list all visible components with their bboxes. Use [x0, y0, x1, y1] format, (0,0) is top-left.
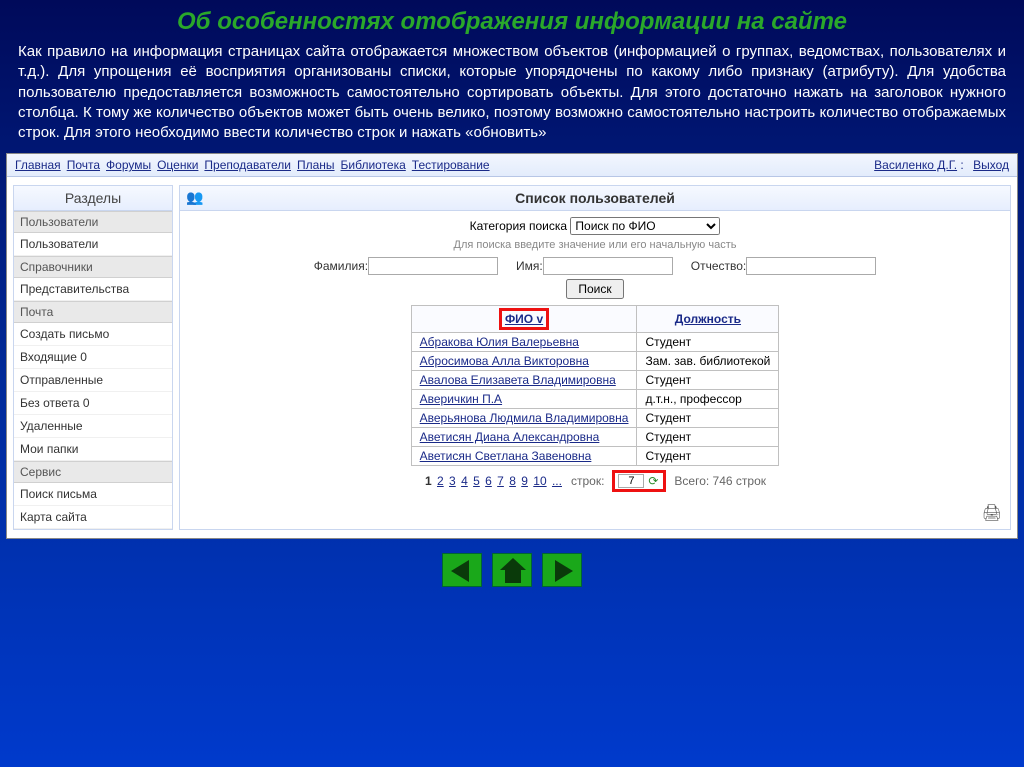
sidebar-group: Сервис	[14, 461, 172, 483]
main-panel: 👥 Список пользователей Категория поиска …	[179, 185, 1011, 530]
position-cell: Студент	[637, 333, 779, 352]
user-sep: :	[957, 158, 967, 172]
user-link[interactable]: Абросимова Алла Викторовна	[420, 354, 589, 368]
col-fio-link[interactable]: ФИО v	[505, 312, 543, 326]
search-cat-select[interactable]: Поиск по ФИО	[570, 217, 720, 235]
sidebar-group: Справочники	[14, 256, 172, 278]
position-cell: д.т.н., профессор	[637, 390, 779, 409]
firstname-input[interactable]	[543, 257, 673, 275]
table-row: Абракова Юлия Валерьевна Студент	[411, 333, 779, 352]
lastname-label: Фамилия:	[314, 259, 368, 273]
sidebar-group: Почта	[14, 301, 172, 323]
position-cell: Студент	[637, 409, 779, 428]
rows-box: ⟳	[612, 470, 666, 492]
topnav-link[interactable]: Преподаватели	[204, 158, 291, 172]
lastname-input[interactable]	[368, 257, 498, 275]
home-slide-button[interactable]	[492, 553, 532, 587]
slide-title: Об особенностях отображения информации н…	[0, 0, 1024, 42]
table-row: Аветисян Светлана Завеновна Студент	[411, 447, 779, 466]
sidebar-item[interactable]: Входящие 0	[14, 346, 172, 369]
position-cell: Студент	[637, 447, 779, 466]
sidebar-item[interactable]: Мои папки	[14, 438, 172, 461]
topnav-link[interactable]: Главная	[15, 158, 61, 172]
user-link[interactable]: Аветисян Диана Александровна	[420, 430, 600, 444]
next-slide-button[interactable]	[542, 553, 582, 587]
main-title: 👥 Список пользователей	[180, 186, 1010, 211]
pager-current: 1	[425, 474, 432, 488]
print-icon[interactable]: 🖨	[982, 503, 1002, 523]
search-cat-label: Категория поиска	[470, 219, 568, 233]
pager: 1 2 3 4 5 6 7 8 9 10 ... строк: ⟳ Всего:…	[180, 466, 1010, 500]
topnav: Главная Почта Форумы Оценки Преподаватели Пла…	[7, 154, 1017, 177]
sidebar-item[interactable]: Карта сайта	[14, 506, 172, 529]
firstname-label: Имя:	[516, 259, 543, 273]
sidebar-item[interactable]: Без ответа 0	[14, 392, 172, 415]
sidebar-item[interactable]: Поиск письма	[14, 483, 172, 506]
pager-page-link[interactable]: 6	[485, 474, 492, 488]
position-cell: Зам. зав. библиотекой	[637, 352, 779, 371]
refresh-icon[interactable]: ⟳	[646, 474, 660, 488]
app-frame: Главная Почта Форумы Оценки Преподаватели Пла…	[6, 153, 1018, 539]
topnav-link[interactable]: Библиотека	[341, 158, 406, 172]
pager-page-link[interactable]: 7	[497, 474, 504, 488]
sidebar-item[interactable]: Удаленные	[14, 415, 172, 438]
sidebar-item[interactable]: Отправленные	[14, 369, 172, 392]
table-row: Аветисян Диана Александровна Студент	[411, 428, 779, 447]
user-link[interactable]: Аветисян Светлана Завеновна	[420, 449, 592, 463]
topnav-link[interactable]: Почта	[67, 158, 100, 172]
sidebar-item[interactable]: Представительства	[14, 278, 172, 301]
user-link[interactable]: Абракова Юлия Валерьевна	[420, 335, 579, 349]
topnav-link[interactable]: Оценки	[157, 158, 198, 172]
user-link[interactable]: Василенко Д.Г.	[874, 158, 957, 172]
topnav-link[interactable]: Форумы	[106, 158, 151, 172]
user-link[interactable]: Аверьянова Людмила Владимировна	[420, 411, 629, 425]
pager-page-link[interactable]: 8	[509, 474, 516, 488]
user-link[interactable]: Авалова Елизавета Владимировна	[420, 373, 616, 387]
topnav-link[interactable]: Планы	[297, 158, 335, 172]
search-fields: Фамилия: Имя: Отчество:	[180, 257, 1010, 279]
pager-page-link[interactable]: 9	[521, 474, 528, 488]
position-cell: Студент	[637, 371, 779, 390]
table-row: Авалова Елизавета Владимировна Студент	[411, 371, 779, 390]
user-link[interactable]: Аверичкин П.А	[420, 392, 502, 406]
table-row: Абросимова Алла Викторовна Зам. зав. библ…	[411, 352, 779, 371]
main-title-text: Список пользователей	[515, 190, 675, 206]
patronymic-input[interactable]	[746, 257, 876, 275]
total-label: Всего: 746 строк	[674, 474, 766, 488]
rows-input[interactable]	[618, 474, 644, 488]
results-table: ФИО v Должность Абракова Юлия Валерьевна…	[411, 305, 780, 466]
sidebar-item[interactable]: Пользователи	[14, 233, 172, 256]
patronymic-label: Отчество:	[691, 259, 747, 273]
sidebar-group: Пользователи	[14, 211, 172, 233]
search-button[interactable]: Поиск	[566, 279, 623, 299]
sidebar-item[interactable]: Создать письмо	[14, 323, 172, 346]
rows-label: строк:	[571, 474, 604, 488]
slide-nav	[0, 553, 1024, 587]
logout-link[interactable]: Выход	[973, 158, 1009, 172]
col-fio[interactable]: ФИО v	[411, 306, 637, 333]
pager-page-link[interactable]: 5	[473, 474, 480, 488]
table-row: Аверичкин П.А д.т.н., профессор	[411, 390, 779, 409]
col-position-link[interactable]: Должность	[675, 312, 741, 326]
pager-page-link[interactable]: 3	[449, 474, 456, 488]
col-position[interactable]: Должность	[637, 306, 779, 333]
users-icon: 👥	[186, 189, 203, 206]
position-cell: Студент	[637, 428, 779, 447]
table-row: Аверьянова Людмила Владимировна Студент	[411, 409, 779, 428]
pager-pages: 1 2 3 4 5 6 7 8 9 10 ...	[424, 474, 563, 488]
pager-page-link[interactable]: 10	[533, 474, 546, 488]
topnav-link[interactable]: Тестирование	[412, 158, 490, 172]
prev-slide-button[interactable]	[442, 553, 482, 587]
search-category-row: Категория поиска Поиск по ФИО	[180, 211, 1010, 239]
pager-page-link[interactable]: 2	[437, 474, 444, 488]
search-hint: Для поиска введите значение или его нача…	[180, 239, 1010, 257]
sidebar-title: Разделы	[14, 186, 172, 211]
pager-page-link[interactable]: 4	[461, 474, 468, 488]
sidebar: Разделы ПользователиПользователиСправочн…	[13, 185, 173, 530]
pager-page-link[interactable]: ...	[552, 474, 562, 488]
slide-paragraph: Как правило на информация страницах сайт…	[0, 42, 1024, 153]
